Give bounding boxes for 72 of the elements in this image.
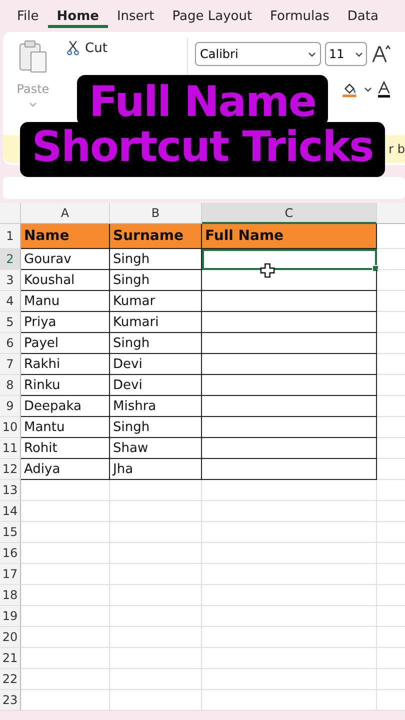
- row-header[interactable]: 1: [0, 224, 21, 249]
- title-caption: Shortcut Tricks: [20, 122, 386, 177]
- table-cell: Singh: [110, 417, 202, 438]
- row-header[interactable]: 2: [0, 249, 21, 270]
- ribbon-tab[interactable]: Formulas: [261, 4, 338, 28]
- ribbon-tab[interactable]: Page Layout: [163, 4, 262, 28]
- table-cell: Koushal: [21, 270, 110, 291]
- increase-font-size-icon[interactable]: [371, 44, 391, 64]
- table-cell: Devi: [110, 375, 202, 396]
- ribbon-tab[interactable]: Data: [338, 4, 388, 28]
- row-header[interactable]: 23: [0, 690, 21, 711]
- column-heading-cell: Name: [21, 224, 110, 249]
- table-cell: Kumar: [110, 291, 202, 312]
- table-cell: Payel: [21, 333, 110, 354]
- row-header[interactable]: 18: [0, 585, 21, 606]
- row-header[interactable]: 10: [0, 417, 21, 438]
- font-size-dropdown[interactable]: 11: [325, 42, 367, 66]
- row-header[interactable]: 12: [0, 459, 21, 480]
- column-heading-cell: Full Name: [202, 224, 377, 249]
- table-cell: Rakhi: [21, 354, 110, 375]
- ribbon-tab[interactable]: Insert: [108, 4, 164, 28]
- table-cell: Gourav: [21, 249, 110, 270]
- font-name-dropdown[interactable]: Calibri: [195, 42, 321, 66]
- column-heading-cell: Surname: [110, 224, 202, 249]
- caret-icon: [308, 52, 316, 56]
- row-header[interactable]: 4: [0, 291, 21, 312]
- message-text: r b: [388, 142, 405, 156]
- row-header[interactable]: 17: [0, 564, 21, 585]
- table-cell: Rohit: [21, 438, 110, 459]
- column-header[interactable]: A: [21, 203, 110, 224]
- row-header[interactable]: 11: [0, 438, 21, 459]
- column-header[interactable]: C: [202, 203, 377, 224]
- row-header[interactable]: 9: [0, 396, 21, 417]
- table-cell: Adiya: [21, 459, 110, 480]
- row-header[interactable]: 19: [0, 606, 21, 627]
- table-cell: Shaw: [110, 438, 202, 459]
- caret-icon[interactable]: [364, 86, 372, 92]
- caret-icon: [28, 102, 37, 107]
- row-header[interactable]: 20: [0, 627, 21, 648]
- cross-cursor-icon: [260, 263, 275, 278]
- row-header[interactable]: 15: [0, 522, 21, 543]
- table-cell: Devi: [110, 354, 202, 375]
- ribbon-tab[interactable]: File: [8, 4, 48, 28]
- fill-handle[interactable]: [372, 265, 379, 272]
- caret-icon: [355, 52, 363, 56]
- column-header[interactable]: B: [110, 203, 202, 224]
- scissors-icon: [67, 40, 79, 56]
- table-cell: Manu: [21, 291, 110, 312]
- cut-button[interactable]: Cut: [63, 38, 112, 58]
- table-cell: Priya: [21, 312, 110, 333]
- table-cell: Rinku: [21, 375, 110, 396]
- table-cell: Deepaka: [21, 396, 110, 417]
- row-header[interactable]: 13: [0, 480, 21, 501]
- table-cell: Singh: [110, 249, 202, 270]
- table-cell: Jha: [110, 459, 202, 480]
- clipboard-icon: [18, 40, 48, 74]
- table-cell: Mantu: [21, 417, 110, 438]
- table-cell: Singh: [110, 270, 202, 291]
- row-header[interactable]: 22: [0, 669, 21, 690]
- row-header[interactable]: 5: [0, 312, 21, 333]
- row-header[interactable]: 14: [0, 501, 21, 522]
- row-header[interactable]: 7: [0, 354, 21, 375]
- row-header[interactable]: 6: [0, 333, 21, 354]
- table-cell: Mishra: [110, 396, 202, 417]
- ribbon-tab[interactable]: Home: [48, 4, 108, 28]
- font-color-icon[interactable]: [378, 80, 390, 98]
- row-header[interactable]: 21: [0, 648, 21, 669]
- row-header[interactable]: 16: [0, 543, 21, 564]
- table-cell: Kumari: [110, 312, 202, 333]
- row-header[interactable]: 3: [0, 270, 21, 291]
- table-cell: Singh: [110, 333, 202, 354]
- row-header[interactable]: 8: [0, 375, 21, 396]
